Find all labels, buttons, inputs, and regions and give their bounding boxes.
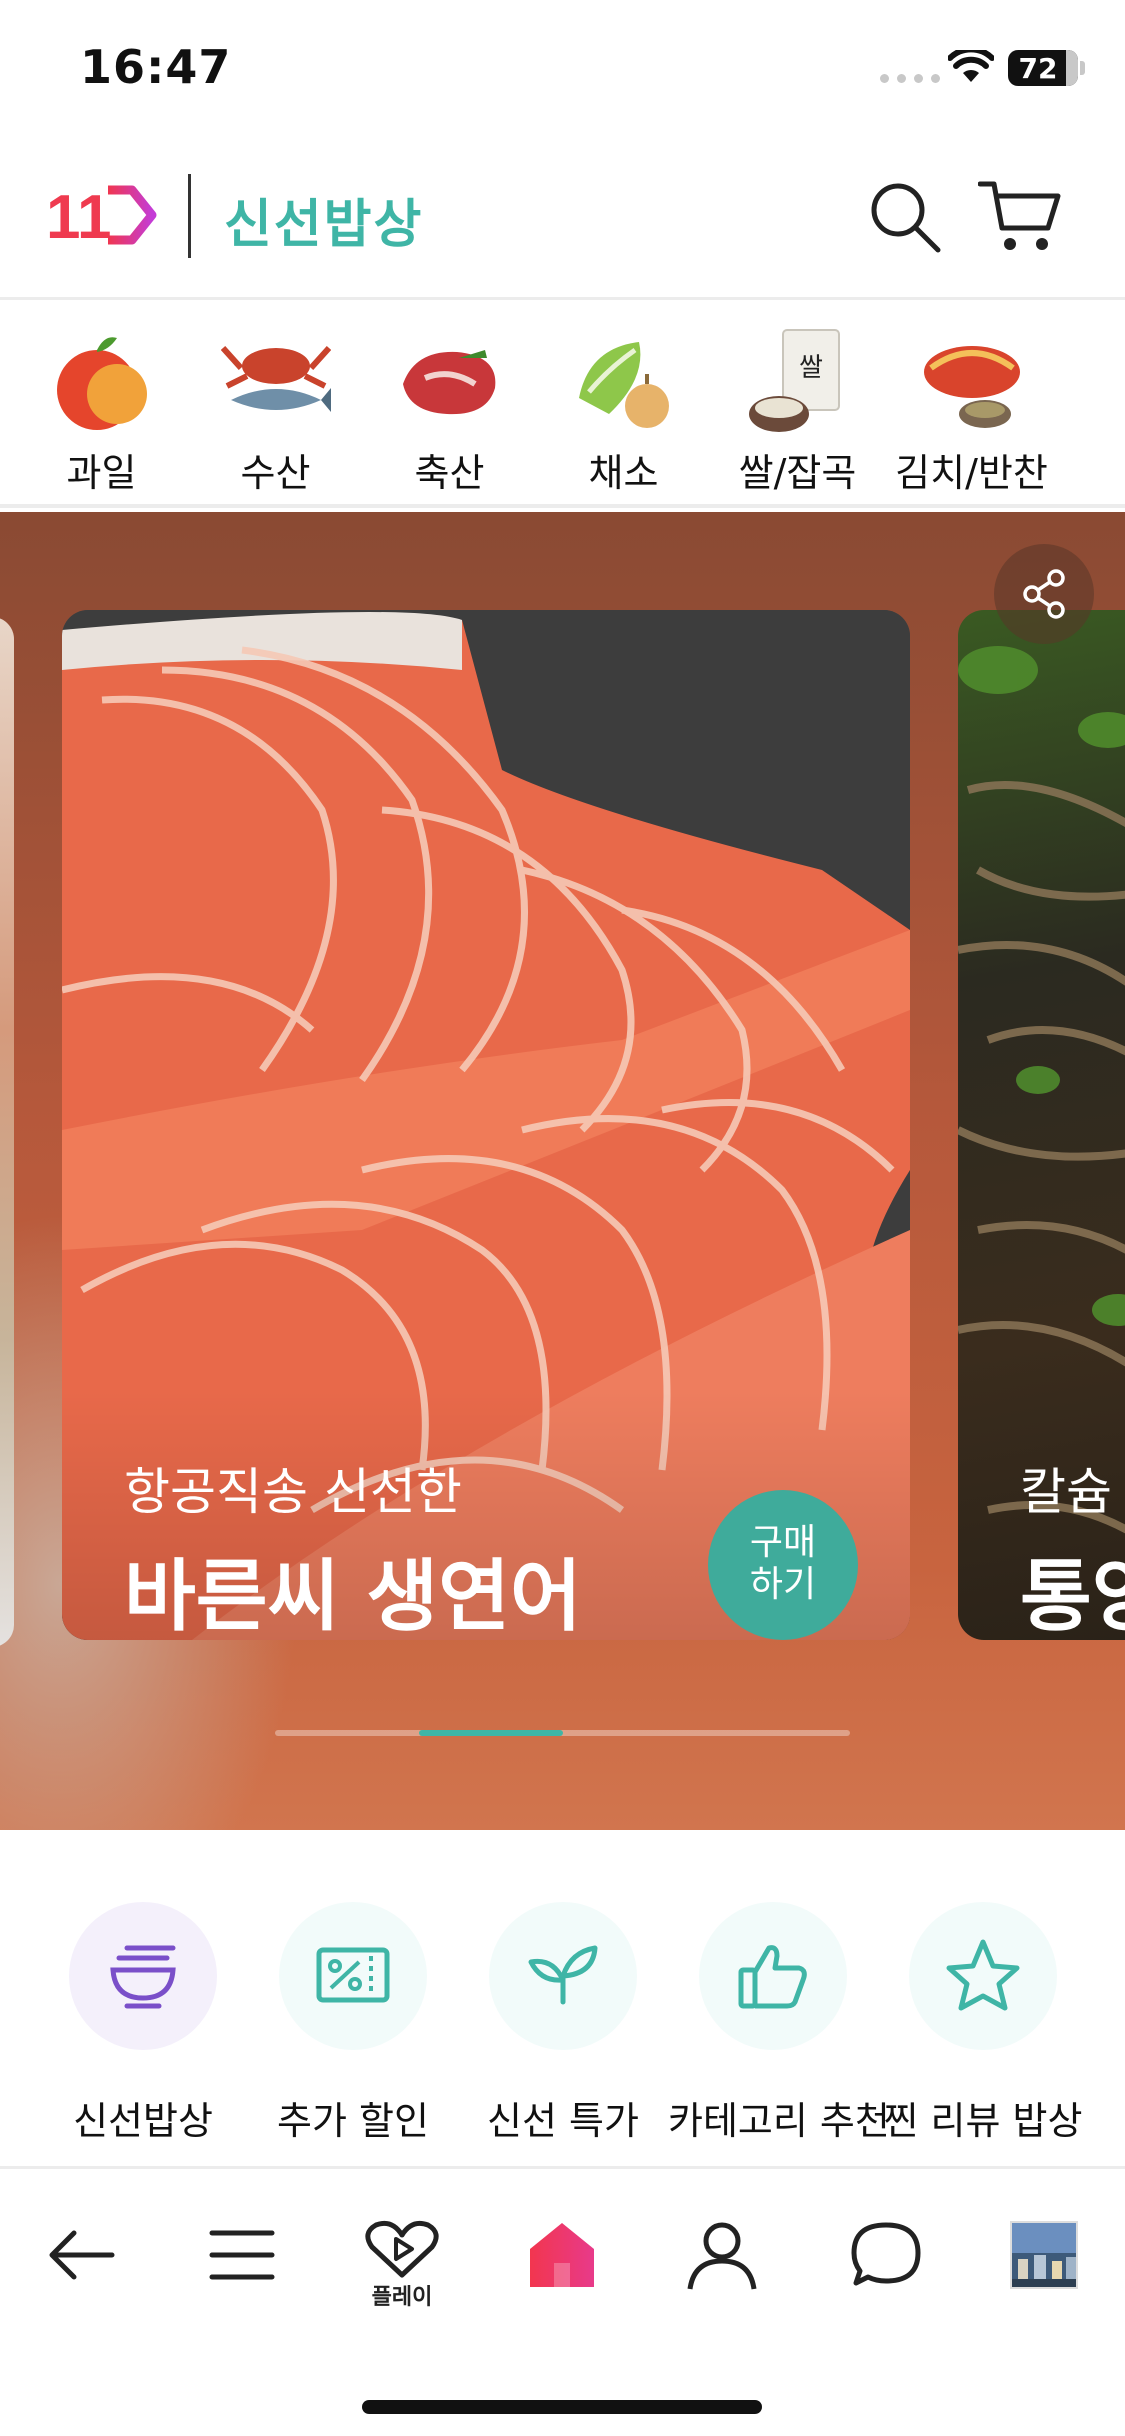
banner-title: 바른씨 생연어 — [124, 1552, 582, 1640]
cart-icon[interactable] — [978, 176, 1062, 256]
fruit-icon — [47, 328, 157, 438]
next-banner-subtitle: 칼슘 — [1020, 1463, 1112, 1521]
play-label: 플레이 — [371, 2285, 433, 2310]
quick-menu-label: 카테고리 추천 — [668, 2099, 890, 2143]
rice-icon: 쌀 — [743, 328, 853, 438]
battery-level: 72 — [1018, 52, 1058, 85]
next-banner-card[interactable]: 칼슘 통양 — [958, 610, 1125, 1640]
buy-button[interactable]: 구매 하기 — [708, 1490, 858, 1640]
carousel-active-segment — [419, 1730, 563, 1736]
vegetable-icon — [569, 328, 679, 438]
play-nav-button[interactable]: 플레이 — [362, 2219, 442, 2319]
thumbs-up-icon — [699, 1902, 847, 2050]
home-indicator — [362, 2400, 762, 2414]
category-strip: 과일 수산 축산 채소 쌀 쌀/잡곡 김치/반찬 밀 — [0, 303, 1125, 508]
status-time: 16:47 — [80, 40, 232, 94]
star-icon — [909, 1902, 1057, 2050]
meat-icon — [395, 328, 505, 438]
rice-pack-text: 쌀 — [799, 353, 823, 383]
play-icon — [365, 2220, 439, 2278]
category-label: 수산 — [240, 451, 311, 495]
quick-menu: 신선밥상 추가 할인 신선 특가 카테고리 추천 찐 리뷰 밥상 — [0, 1830, 1125, 2160]
quick-menu-label: 찐 리뷰 밥상 — [883, 2099, 1083, 2143]
quick-menu-label: 신선밥상 — [73, 2099, 213, 2143]
wifi-icon — [948, 50, 994, 82]
logo-divider — [188, 174, 191, 258]
bottom-navigation: 플레이 — [0, 2166, 1125, 2436]
category-label: 축산 — [414, 451, 485, 495]
banner-subtitle: 항공직송 신선한 — [124, 1463, 462, 1521]
battery-icon: 72 — [1008, 50, 1078, 86]
recent-thumbnail[interactable] — [1010, 2221, 1078, 2289]
kimchi-icon — [917, 328, 1027, 438]
eleven-street-logo[interactable]: 11 — [46, 183, 158, 252]
category-label: 밀 — [1058, 442, 1125, 497]
share-icon — [1023, 569, 1065, 619]
category-label: 쌀/잡곡 — [738, 451, 857, 495]
category-fruit[interactable]: 과일 — [14, 328, 189, 497]
quick-menu-category-recommend[interactable]: 카테고리 추천 — [668, 1902, 890, 2145]
search-icon[interactable] — [868, 180, 944, 256]
category-seafood[interactable]: 수산 — [188, 328, 363, 497]
coupon-icon — [279, 1902, 427, 2050]
flour-icon — [1091, 328, 1125, 438]
quick-menu-fresh-table[interactable]: 신선밥상 — [38, 1902, 248, 2145]
previous-banner-card[interactable] — [0, 617, 14, 1647]
back-icon[interactable] — [44, 2219, 116, 2291]
banner-card-salmon[interactable]: 항공직송 신선한 바른씨 생연어 구매 하기 — [62, 610, 910, 1640]
category-label: 과일 — [66, 451, 137, 495]
signal-icon — [880, 74, 940, 83]
next-banner-title: 통양 — [1020, 1552, 1125, 1640]
category-label: 김치/반찬 — [895, 451, 1048, 495]
logo-text: 11 — [46, 184, 112, 246]
quick-menu-review-table[interactable]: 찐 리뷰 밥상 — [878, 1902, 1088, 2145]
sprout-icon — [489, 1902, 637, 2050]
hero-banner-carousel[interactable]: 항공직송 신선한 바른씨 생연어 구매 하기 칼슘 통양 — [0, 512, 1125, 1830]
category-kimchi[interactable]: 김치/반찬 — [884, 328, 1059, 497]
carousel-page-indicator — [275, 1730, 850, 1736]
bowl-icon — [69, 1902, 217, 2050]
category-vegetable[interactable]: 채소 — [536, 328, 711, 497]
category-meat[interactable]: 축산 — [362, 328, 537, 497]
seafood-icon — [220, 328, 331, 438]
category-rice[interactable]: 쌀 쌀/잡곡 — [710, 328, 885, 497]
app-header: 11 신선밥상 — [0, 140, 1125, 300]
quick-menu-fresh-special[interactable]: 신선 특가 — [458, 1902, 668, 2145]
category-label: 채소 — [588, 451, 659, 495]
menu-icon[interactable] — [206, 2219, 278, 2291]
status-bar: 16:47 72 — [0, 0, 1125, 140]
category-flour[interactable]: 밀 — [1058, 328, 1125, 497]
buy-button-label: 구매 하기 — [749, 1522, 817, 1605]
share-button[interactable] — [994, 544, 1094, 644]
chat-icon[interactable] — [850, 2219, 922, 2291]
profile-icon[interactable] — [686, 2219, 758, 2291]
quick-menu-extra-discount[interactable]: 추가 할인 — [248, 1902, 458, 2145]
quick-menu-label: 추가 할인 — [277, 2099, 429, 2143]
quick-menu-label: 신선 특가 — [487, 2099, 639, 2143]
store-brand-title[interactable]: 신선밥상 — [224, 182, 423, 257]
home-icon[interactable] — [526, 2219, 598, 2291]
recent-thumbnail-image — [1012, 2223, 1076, 2287]
